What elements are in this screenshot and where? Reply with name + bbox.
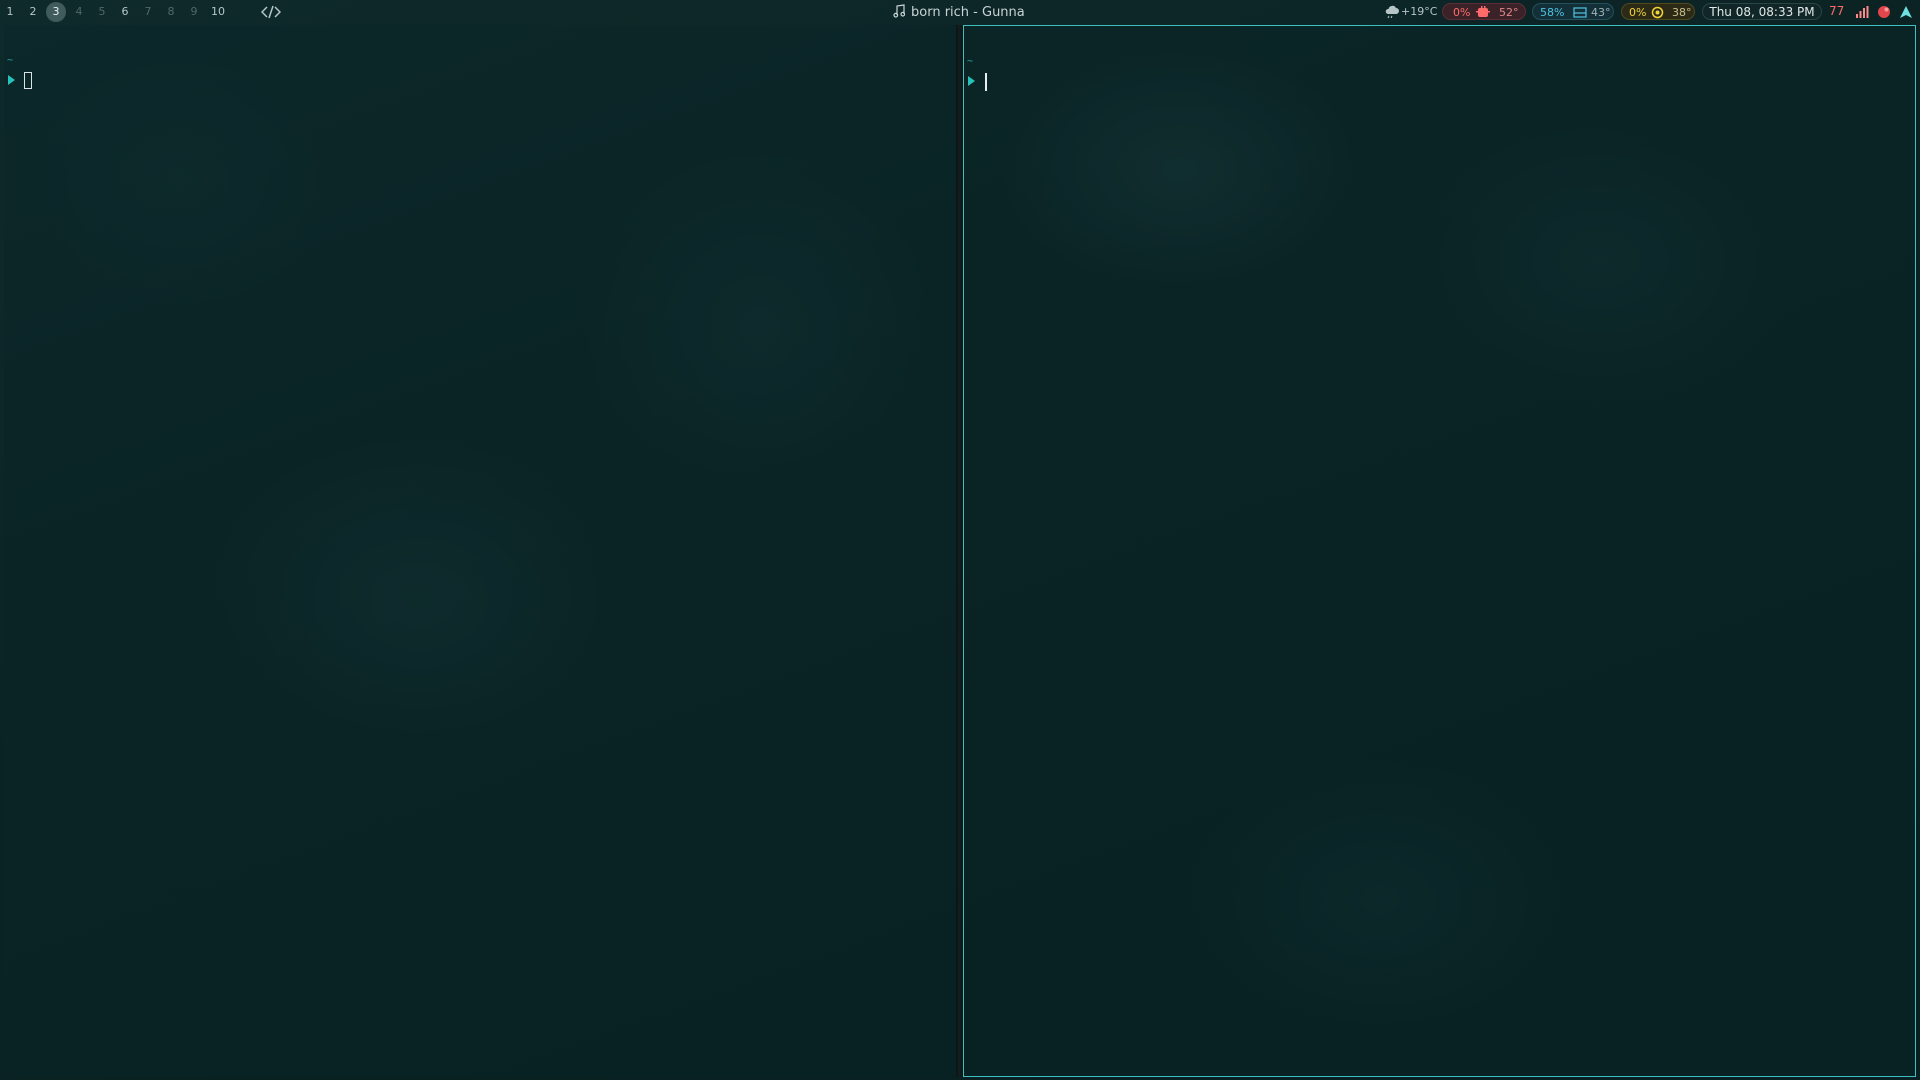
cloud-icon (1384, 4, 1400, 23)
workspace-2[interactable]: 2 (24, 3, 42, 21)
workspace-9[interactable]: 9 (185, 3, 203, 21)
app-tray-icon[interactable] (1877, 5, 1891, 19)
cpu-temp: 52° (1499, 6, 1519, 19)
ram-usage: 58% (1540, 6, 1565, 19)
workspace-3[interactable]: 3 (46, 2, 66, 22)
music-note-icon (893, 4, 906, 18)
workspace-1[interactable]: 1 (1, 3, 19, 21)
workspace-10[interactable]: 10 (208, 3, 228, 21)
workspace-8[interactable]: 8 (162, 3, 180, 21)
gpu-temp: 38° (1672, 6, 1692, 19)
network-tray-icon[interactable] (1855, 5, 1869, 19)
top-bar: 1 2 3 4 5 6 7 8 9 10 born rich - Gunna +… (0, 0, 1920, 24)
cpu-icon (1476, 6, 1490, 24)
terminal-right[interactable]: ~ (963, 25, 1916, 1077)
ram-temp: 43° (1591, 6, 1611, 19)
prompt-arrow-icon (8, 75, 15, 85)
text-cursor (985, 73, 987, 91)
gpu-usage: 0% (1629, 6, 1647, 19)
code-icon[interactable] (260, 4, 282, 20)
memory-icon (1573, 6, 1587, 24)
now-playing-text: born rich - Gunna (911, 5, 1025, 20)
weather-temp: +19°C (1401, 5, 1438, 18)
workspace-5[interactable]: 5 (93, 3, 111, 21)
workspace-6[interactable]: 6 (116, 3, 134, 21)
workspace-7[interactable]: 7 (139, 3, 157, 21)
gpu-icon (1651, 6, 1664, 24)
cpu-widget[interactable]: 0% 52° (1442, 3, 1526, 20)
prompt-arrow-icon (968, 76, 975, 86)
text-cursor (24, 72, 32, 89)
gpu-widget[interactable]: 0% 38° (1621, 3, 1695, 20)
terminal-left[interactable]: ~ (4, 25, 956, 1075)
workspace-4[interactable]: 4 (70, 3, 88, 21)
ram-widget[interactable]: 58% 43° (1532, 3, 1614, 20)
updates-count[interactable]: 77 (1829, 4, 1844, 18)
clock-text: Thu 08, 08:33 PM (1709, 5, 1815, 19)
cpu-usage: 0% (1453, 6, 1471, 19)
split-divider[interactable] (956, 25, 963, 1077)
arch-logo-icon[interactable] (1899, 5, 1913, 19)
cwd-label: ~ (967, 56, 974, 67)
cwd-label: ~ (7, 55, 14, 66)
clock-widget[interactable]: Thu 08, 08:33 PM (1702, 3, 1822, 20)
window-title: born rich - Gunna (893, 4, 1025, 20)
